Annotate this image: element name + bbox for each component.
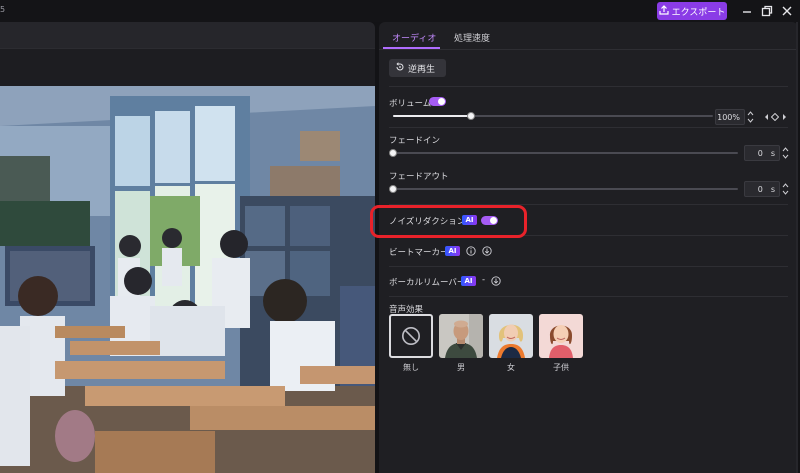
volume-value: 100% [717,112,740,122]
prev-keyframe-icon[interactable] [763,113,771,121]
download-icon[interactable] [482,246,492,256]
divider [389,296,788,297]
video-preview[interactable] [0,86,375,473]
close-icon[interactable] [780,4,794,18]
voice-effect-none[interactable] [389,314,433,358]
active-tab-indicator [383,47,440,49]
info-icon[interactable] [466,246,476,256]
volume-slider[interactable] [393,115,713,117]
fade-in-slider[interactable] [393,152,738,154]
volume-label: ボリューム [389,99,432,109]
next-keyframe-icon[interactable] [780,113,788,121]
fade-out-spinner[interactable] [782,182,789,196]
title-bar-edge-text: 5 [0,5,6,14]
fade-in-unit: s [770,148,775,158]
classroom-scene-image [0,86,375,473]
voice-effect-child[interactable] [539,314,583,358]
beat-marker-label: ビートマーカー [389,248,449,258]
panel-tabs: オーディオ 処理速度 [379,22,798,50]
divider [389,86,788,87]
vocal-remover-label: ボーカルリムーバー [389,278,466,288]
fade-in-spinner[interactable] [782,146,789,160]
volume-toggle[interactable] [429,97,446,106]
voice-effect-male[interactable] [439,314,483,358]
ai-badge: AI [445,246,460,256]
restore-icon[interactable] [760,4,774,18]
female-avatar [489,314,533,358]
title-bar: 5 エクスポート [0,0,800,22]
export-button[interactable]: エクスポート [657,2,727,20]
vocal-remover-separator: - [482,275,486,285]
child-avatar [539,314,583,358]
divider [389,127,788,128]
fade-in-slider-thumb[interactable] [389,149,397,157]
fade-out-label: フェードアウト [389,172,449,182]
volume-slider-fill [393,115,471,117]
voice-effect-male-label: 男 [457,363,465,372]
divider [389,266,788,267]
reverse-button[interactable]: 逆再生 [389,59,446,77]
add-keyframe-icon[interactable] [771,113,779,121]
voice-effect-female[interactable] [489,314,533,358]
tab-speed[interactable]: 処理速度 [454,31,490,44]
export-label: エクスポート [671,7,726,18]
male-avatar [439,314,483,358]
voice-effect-none-label: 無し [403,363,419,372]
upload-icon [659,4,669,18]
preview-toolbar [0,48,375,86]
none-icon [402,327,420,345]
fade-out-value: 0 [757,184,763,194]
reverse-label: 逆再生 [408,64,436,75]
fade-out-field[interactable]: 0 s [744,181,780,197]
ai-badge: AI [461,276,476,286]
audio-properties-panel: オーディオ 処理速度 逆再生 ボリューム 100% フェードイン 0 s フェー… [379,22,798,473]
voice-effect-female-label: 女 [507,363,515,372]
download-icon[interactable] [491,276,501,286]
noise-reduction-highlight [370,205,527,238]
reverse-icon [395,61,405,75]
fade-out-slider-thumb[interactable] [389,185,397,193]
fade-in-label: フェードイン [389,136,441,146]
preview-header-bar [0,22,375,48]
fade-out-slider[interactable] [393,188,738,190]
fade-out-unit: s [770,184,775,194]
fade-in-value: 0 [757,148,763,158]
fade-in-field[interactable]: 0 s [744,145,780,161]
minimize-icon[interactable] [740,4,754,18]
voice-effect-child-label: 子供 [553,363,569,372]
volume-spinner[interactable] [747,110,754,124]
volume-value-field[interactable]: 100% [715,109,745,125]
panel-scrollbar[interactable] [796,22,798,473]
volume-slider-thumb[interactable] [467,112,475,120]
tab-audio[interactable]: オーディオ [392,31,436,44]
